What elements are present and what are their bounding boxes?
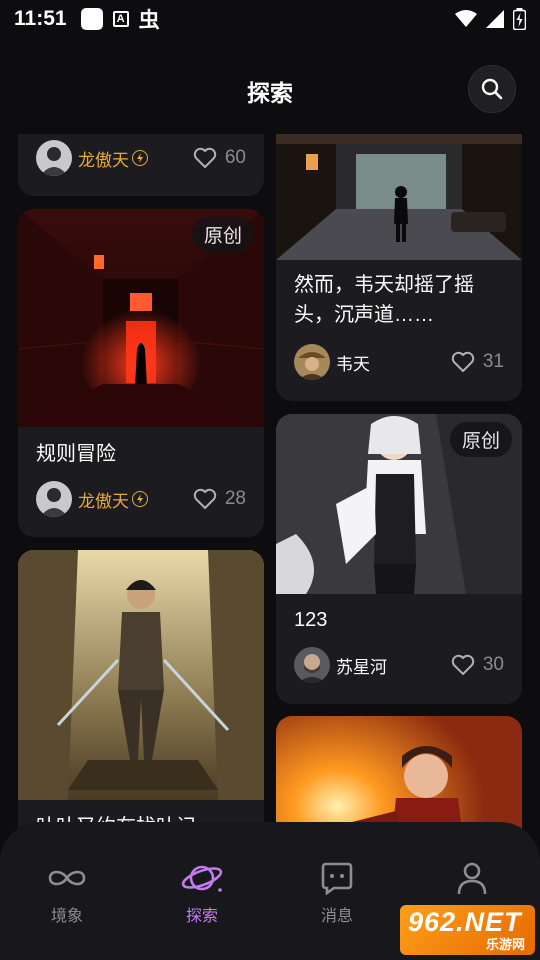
tab-label: 探索 xyxy=(185,908,218,925)
heart-icon xyxy=(193,488,217,509)
battery-icon xyxy=(513,8,526,30)
like-button[interactable]: 31 xyxy=(451,351,504,373)
user-icon xyxy=(457,862,487,895)
story-title: 然而，韦天却摇了摇头，沉声道…… xyxy=(294,274,474,326)
site-watermark: 962.NET 乐游网 xyxy=(400,905,535,955)
like-button[interactable]: 60 xyxy=(193,147,246,169)
story-cover-image xyxy=(18,550,264,800)
search-icon xyxy=(481,78,503,100)
signal-icon xyxy=(486,10,504,28)
original-badge: 原创 xyxy=(191,217,254,252)
header: 探索 xyxy=(0,60,540,120)
heart-icon xyxy=(451,654,475,675)
author-name[interactable]: 龙傲天 xyxy=(78,146,129,171)
page-title: 探索 xyxy=(247,80,293,106)
avatar[interactable] xyxy=(294,344,330,380)
explore-feed: 龙傲天 60 原创 规则冒险 龙傲天 28 然而，韦天却摇了摇头，沉声道…… 韦… xyxy=(0,134,540,834)
heart-icon xyxy=(451,351,475,372)
like-count: 31 xyxy=(482,351,504,372)
story-card[interactable]: 然而，韦天却摇了摇头，沉声道…… 韦天 31 xyxy=(276,134,522,401)
like-button[interactable]: 30 xyxy=(451,654,504,676)
story-cover-image xyxy=(276,134,522,260)
tab-label: 境象 xyxy=(50,908,83,925)
avatar[interactable] xyxy=(36,481,72,517)
infinity-icon xyxy=(48,870,86,886)
avatar[interactable] xyxy=(294,647,330,683)
status-time: 11:51 xyxy=(14,7,67,30)
author-name[interactable]: 韦天 xyxy=(336,350,370,375)
story-cover-image: 原创 xyxy=(18,209,264,427)
like-button[interactable]: 28 xyxy=(193,488,246,510)
a-notification-icon: A xyxy=(112,11,129,27)
like-count: 60 xyxy=(224,147,246,168)
tab-jingxiang[interactable]: 境象 xyxy=(17,860,117,926)
story-card[interactable]: 龙傲天 60 xyxy=(18,134,264,196)
story-card[interactable]: 原创 规则冒险 龙傲天 28 xyxy=(18,209,264,537)
bug-notification-icon: 虫 xyxy=(138,9,160,32)
planet-icon xyxy=(181,865,223,892)
original-badge: 原创 xyxy=(449,422,512,457)
bolt-icon xyxy=(132,150,148,166)
tab-explore[interactable]: 探索 xyxy=(152,860,252,926)
story-cover-image: 原创 xyxy=(276,414,522,594)
tab-label: 消息 xyxy=(320,908,353,925)
avatar[interactable] xyxy=(36,140,72,176)
story-title: 123 xyxy=(294,609,328,631)
wifi-icon xyxy=(455,10,477,27)
status-bar: 11:51 A 虫 xyxy=(0,0,540,38)
story-card[interactable]: 叶叶又约在找叶记 xyxy=(18,550,264,834)
heart-icon xyxy=(193,147,217,168)
like-count: 30 xyxy=(482,654,504,675)
chat-bubble-icon xyxy=(321,862,353,895)
bolt-icon xyxy=(132,491,148,507)
story-title: 规则冒险 xyxy=(36,443,116,465)
story-card[interactable]: 原创 123 苏星河 30 xyxy=(276,414,522,704)
like-count: 28 xyxy=(224,488,246,509)
story-cover-image xyxy=(276,716,522,834)
notification-square-icon xyxy=(80,8,103,30)
search-button[interactable] xyxy=(468,65,516,113)
author-name[interactable]: 龙傲天 xyxy=(78,487,129,512)
author-name[interactable]: 苏星河 xyxy=(336,653,387,678)
watermark-subtext: 乐游网 xyxy=(485,937,525,952)
story-card[interactable] xyxy=(276,716,522,834)
tab-messages[interactable]: 消息 xyxy=(287,860,387,926)
